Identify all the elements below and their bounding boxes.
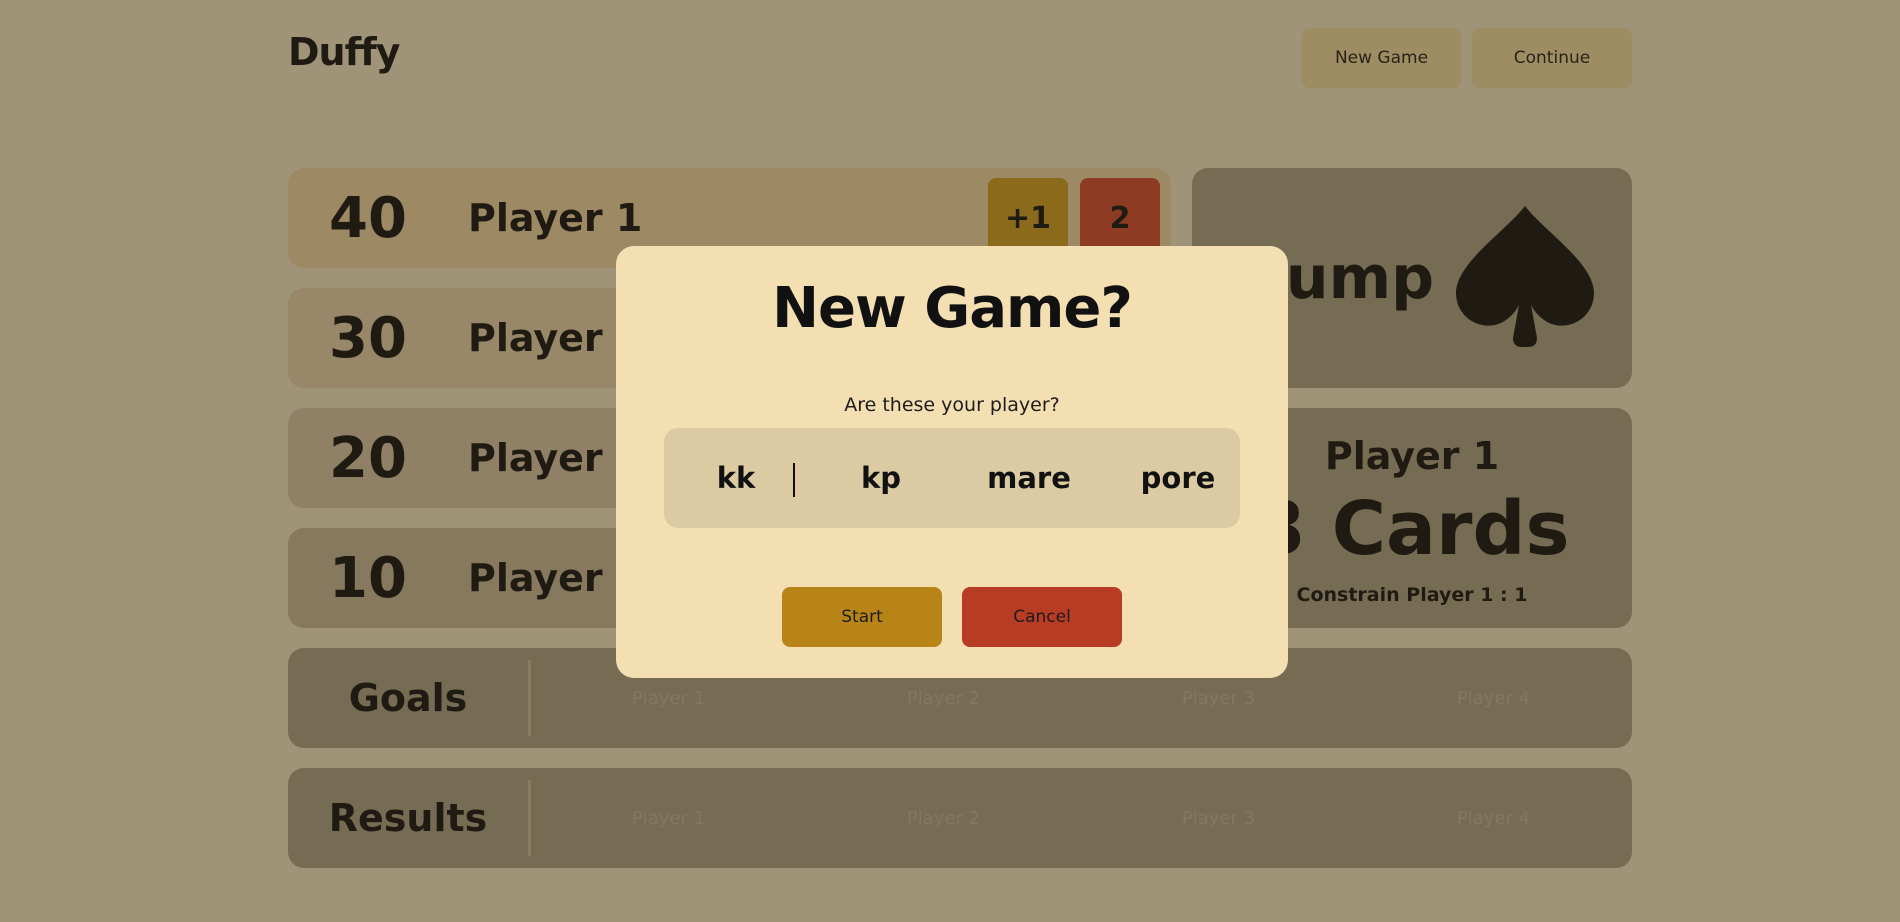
new-game-dialog: New Game? Are these your player? Start C… <box>616 246 1288 678</box>
player-names-box <box>664 428 1248 528</box>
dialog-title: New Game? <box>772 276 1133 341</box>
player-name-input-2[interactable] <box>811 453 951 503</box>
player-name-input-3[interactable] <box>959 453 1099 503</box>
player-name-input-1[interactable] <box>666 453 806 503</box>
player-name-input-4[interactable] <box>1108 453 1248 503</box>
cancel-button[interactable]: Cancel <box>962 587 1122 647</box>
dialog-subtitle: Are these your player? <box>844 394 1060 416</box>
start-button[interactable]: Start <box>782 587 942 647</box>
text-caret <box>793 463 795 497</box>
